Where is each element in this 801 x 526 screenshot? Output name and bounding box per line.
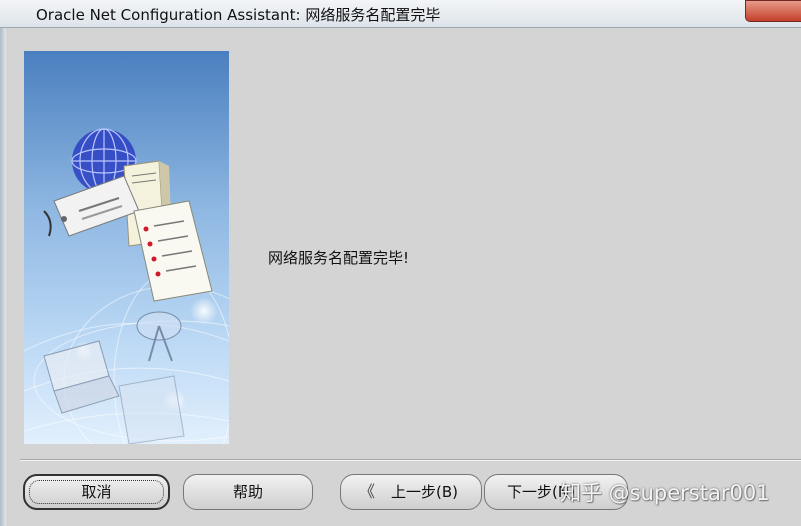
window-frame-left (0, 28, 6, 526)
banner-illustration (24, 128, 229, 444)
button-separator (20, 459, 801, 461)
back-button-label: 上一步(B) (391, 483, 458, 501)
close-button[interactable] (745, 0, 801, 22)
laptop-icon (43, 340, 120, 414)
cancel-button-label: 取消 (81, 483, 112, 501)
satellite-dish-icon (136, 311, 182, 362)
completion-message: 网络服务名配置完毕! (268, 249, 410, 267)
next-button-label: 下一步(N) (507, 483, 575, 501)
back-button[interactable]: 《 上一步(B) (340, 474, 482, 510)
wizard-banner-image (24, 51, 229, 444)
checklist-icon (133, 200, 213, 302)
title-bar[interactable]: Oracle Net Configuration Assistant: 网络服务… (0, 0, 801, 28)
dialog-window: Oracle Net Configuration Assistant: 网络服务… (0, 0, 801, 526)
help-button[interactable]: 帮助 (183, 474, 313, 510)
window-title: Oracle Net Configuration Assistant: 网络服务… (36, 6, 441, 24)
cancel-button[interactable]: 取消 (23, 474, 170, 510)
back-arrow-icon: 《 (359, 482, 376, 501)
folder-icon (118, 375, 185, 444)
next-button[interactable]: 下一步(N) (484, 474, 628, 510)
help-button-label: 帮助 (232, 483, 263, 501)
